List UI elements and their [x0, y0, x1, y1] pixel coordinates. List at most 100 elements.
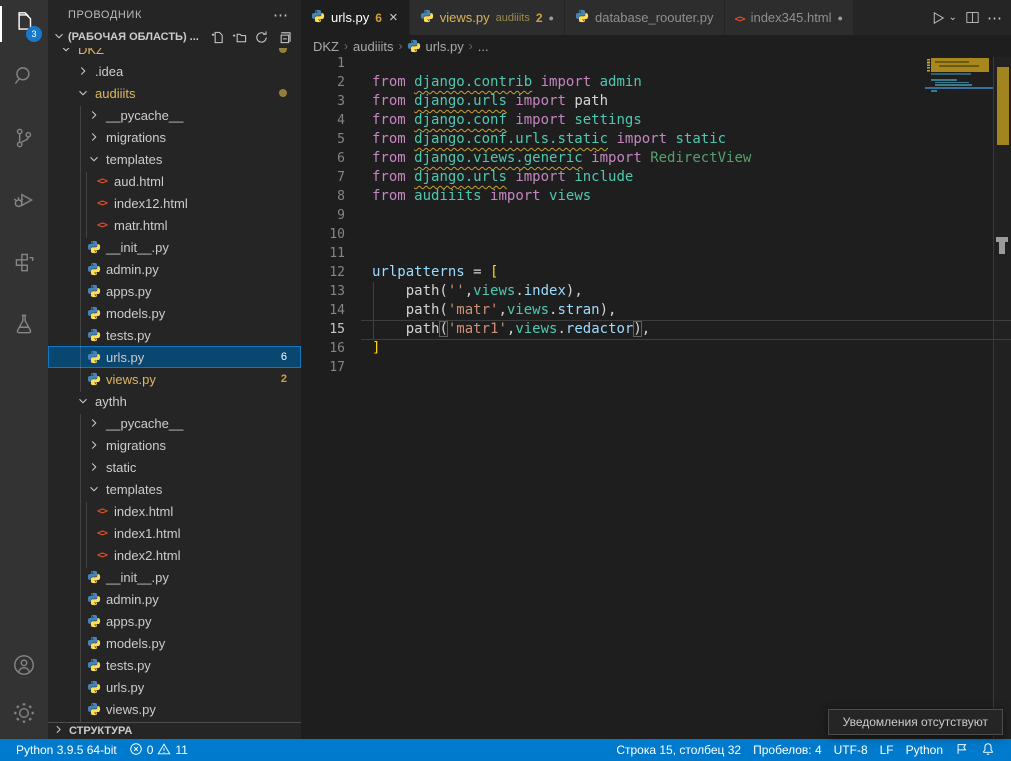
sidebar-more-actions-icon[interactable]: ⋯	[273, 6, 289, 24]
code-token: =	[465, 264, 490, 280]
tree-item-__init__.py[interactable]: __init__.py	[48, 566, 301, 588]
code-line-4[interactable]: 4from django.conf import settings	[301, 111, 1011, 130]
tab-database_roouter.py[interactable]: database_roouter.py	[565, 0, 725, 35]
breadcrumb-item-...[interactable]: ...	[478, 39, 489, 54]
code-line-13[interactable]: 13 path('',views.index),	[301, 282, 1011, 301]
code-line-11[interactable]: 11	[301, 244, 1011, 263]
status-item-0[interactable]: Строка 15, столбец 32	[610, 739, 747, 761]
outline-section-header[interactable]: СТРУКТУРА	[48, 722, 301, 739]
tree-item-migrations[interactable]: migrations	[48, 434, 301, 456]
minimap[interactable]	[925, 57, 993, 739]
feedback-button[interactable]	[949, 739, 975, 761]
error-count: 0	[147, 743, 154, 757]
tree-item-apps.py[interactable]: apps.py	[48, 280, 301, 302]
tree-item-models.py[interactable]: models.py	[48, 632, 301, 654]
sidebar-explorer: ПРОВОДНИК ⋯ (РАБОЧАЯ ОБЛАСТЬ) ...	[48, 0, 301, 739]
tree-item-models.py[interactable]: models.py	[48, 302, 301, 324]
tree-item-migrations[interactable]: migrations	[48, 126, 301, 148]
code-line-12[interactable]: 12urlpatterns = [	[301, 263, 1011, 282]
activity-source-control-button[interactable]	[0, 116, 48, 164]
tree-item-.idea[interactable]: .idea	[48, 60, 301, 82]
tree-item-label: templates	[106, 152, 162, 167]
tree-item-views.py[interactable]: views.py2	[48, 368, 301, 390]
close-icon[interactable]: ×	[388, 10, 399, 25]
tree-item-__pycache__[interactable]: __pycache__	[48, 412, 301, 434]
refresh-icon[interactable]	[251, 29, 271, 45]
current-line-border	[361, 320, 1011, 321]
code-line-10[interactable]: 10	[301, 225, 1011, 244]
code-line-3[interactable]: 3from django.urls import path	[301, 92, 1011, 111]
code-line-2[interactable]: 2from django.contrib import admin	[301, 73, 1011, 92]
activity-settings-button[interactable]	[0, 691, 48, 739]
tree-item-label: views.py	[106, 702, 156, 717]
tab-views.py[interactable]: views.pyaudiiits2●	[410, 0, 565, 35]
code-line-16[interactable]: 16]	[301, 339, 1011, 358]
run-button[interactable]	[927, 7, 949, 29]
breadcrumb-separator: ›	[469, 39, 473, 53]
code-line-6[interactable]: 6from django.views.generic import Redire…	[301, 149, 1011, 168]
tree-item-apps.py[interactable]: apps.py	[48, 610, 301, 632]
code-line-8[interactable]: 8from audiiits import views	[301, 187, 1011, 206]
code-line-14[interactable]: 14 path('matr',views.stran),	[301, 301, 1011, 320]
line-number: 5	[301, 130, 345, 149]
tree-item-views.py[interactable]: views.py	[48, 698, 301, 720]
overview-ruler-scrollbar[interactable]	[993, 57, 1011, 739]
status-item-2[interactable]: UTF-8	[828, 739, 874, 761]
sidebar-title: ПРОВОДНИК	[68, 9, 142, 21]
notifications-bell-button[interactable]	[975, 739, 1001, 761]
tree-item-audiiits[interactable]: audiiits	[48, 82, 301, 104]
activity-search-button[interactable]	[0, 54, 48, 102]
activity-run-debug-button[interactable]	[0, 178, 48, 226]
status-item-3[interactable]: LF	[874, 739, 900, 761]
breadcrumb-item-urls.py[interactable]: urls.py	[407, 39, 463, 54]
tree-item-DKZ[interactable]: DKZ	[48, 48, 301, 60]
tree-item-__pycache__[interactable]: __pycache__	[48, 104, 301, 126]
code-line-9[interactable]: 9	[301, 206, 1011, 225]
tree-item-admin.py[interactable]: admin.py	[48, 588, 301, 610]
python-interpreter-status[interactable]: Python 3.9.5 64-bit	[10, 739, 123, 761]
problems-status[interactable]: 0 11	[123, 739, 194, 761]
tree-item-tests.py[interactable]: tests.py	[48, 654, 301, 676]
status-item-4[interactable]: Python	[900, 739, 949, 761]
code-text	[345, 225, 372, 244]
code-token: (	[439, 321, 447, 337]
code-line-1[interactable]: 1	[301, 57, 1011, 73]
editor-more-actions-icon[interactable]: ⋯	[987, 9, 1003, 27]
tree-item-urls.py[interactable]: urls.py	[48, 676, 301, 698]
new-folder-icon[interactable]	[229, 29, 249, 45]
code-line-17[interactable]: 17	[301, 358, 1011, 377]
tree-item-static[interactable]: static	[48, 456, 301, 478]
activity-explorer-button[interactable]: 3	[0, 0, 48, 48]
code-line-7[interactable]: 7from django.urls import include	[301, 168, 1011, 187]
minimap-code-line	[931, 79, 957, 81]
activity-account-button[interactable]	[0, 643, 48, 691]
run-dropdown-chevron-icon[interactable]: ⌄	[949, 12, 957, 23]
tab-problems-badge: 6	[375, 11, 382, 25]
tab-urls.py[interactable]: urls.py6×	[301, 0, 410, 35]
workspace-section-header[interactable]: (РАБОЧАЯ ОБЛАСТЬ) ...	[48, 26, 301, 48]
tree-item-__init__.py[interactable]: __init__.py	[48, 236, 301, 258]
split-editor-button[interactable]	[961, 7, 983, 29]
python-file-icon	[86, 591, 102, 607]
code-line-5[interactable]: 5from django.conf.urls.static import sta…	[301, 130, 1011, 149]
tree-item-templates[interactable]: templates	[48, 148, 301, 170]
breadcrumb-item-DKZ[interactable]: DKZ	[313, 39, 339, 54]
code-text: from django.conf.urls.static import stat…	[345, 130, 726, 149]
status-item-1[interactable]: Пробелов: 4	[747, 739, 828, 761]
code-token: ''	[448, 283, 465, 299]
breadcrumb-item-audiiits[interactable]: audiiits	[353, 39, 393, 54]
tab-index345.html[interactable]: <>index345.html●	[725, 0, 854, 35]
collapse-all-icon[interactable]	[273, 29, 293, 45]
code-text: from django.contrib import admin	[345, 73, 642, 92]
tree-item-admin.py[interactable]: admin.py	[48, 258, 301, 280]
tree-item-templates[interactable]: templates	[48, 478, 301, 500]
activity-extensions-button[interactable]	[0, 240, 48, 288]
activity-testing-button[interactable]	[0, 302, 48, 350]
chevron-down-icon	[52, 29, 66, 46]
code-editor[interactable]: 12from django.contrib import admin3from …	[301, 57, 1011, 739]
tree-item-tests.py[interactable]: tests.py	[48, 324, 301, 346]
new-file-icon[interactable]	[207, 29, 227, 45]
code-line-15[interactable]: 15 path('matr1',views.redactor),	[301, 320, 1011, 339]
tree-item-aythh[interactable]: aythh	[48, 390, 301, 412]
tree-item-urls.py[interactable]: urls.py6	[48, 346, 301, 368]
